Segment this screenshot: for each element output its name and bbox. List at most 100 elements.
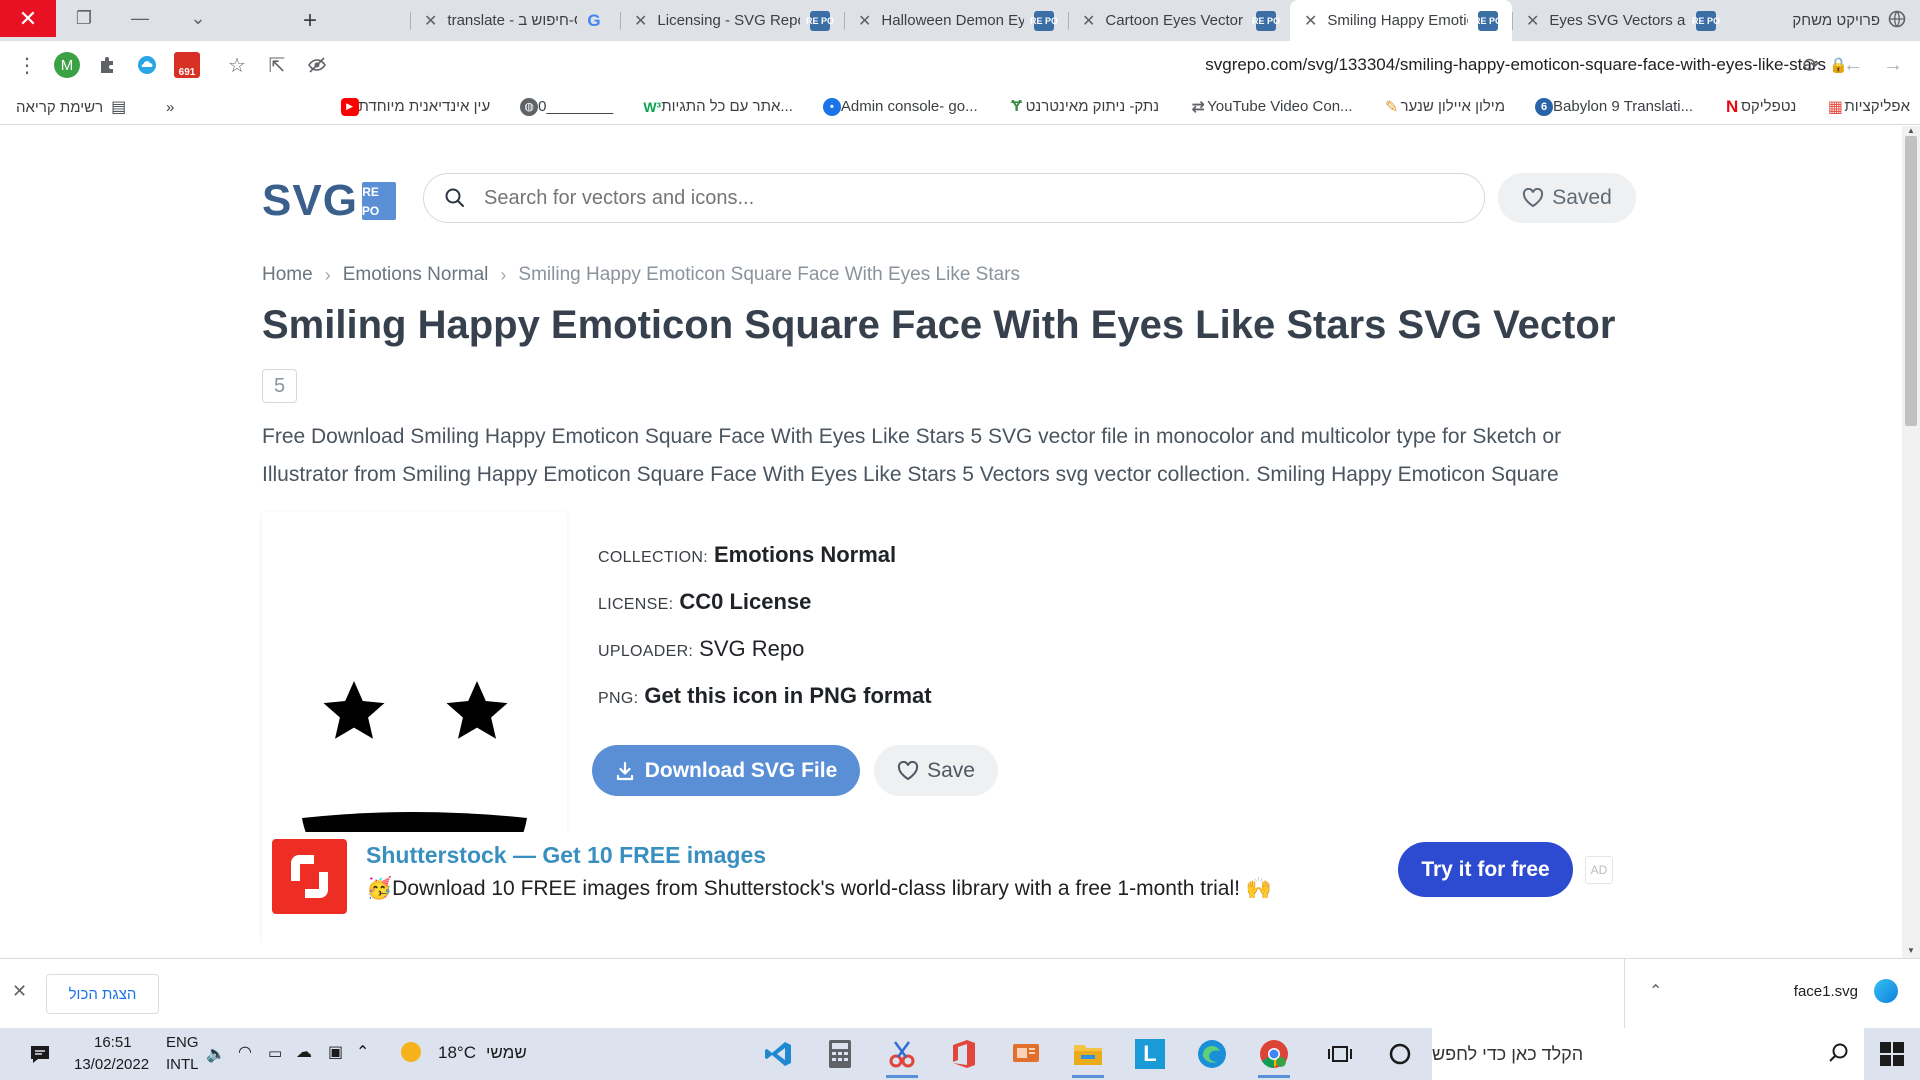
logo-box-line: RE [362,184,379,199]
close-icon[interactable]: ✕ [1526,11,1539,31]
bookmark-youtube[interactable]: ▶ עין אינדיאנית מיוחדת [333,97,490,116]
weather-text[interactable]: שמשי [486,1043,527,1063]
close-icon[interactable]: ✕ [424,11,437,31]
shutterstock-ad[interactable]: Shutterstock — Get 10 FREE images 🥳Downl… [262,832,1636,950]
presentation-app-icon[interactable] [1008,1036,1044,1072]
breadcrumb-collection[interactable]: Emotions Normal [343,264,489,286]
menu-icon[interactable]: ⋮ [12,50,42,80]
reading-list-button[interactable]: רשימת קריאה ▤ [16,89,126,125]
edge-icon[interactable] [1194,1036,1230,1072]
cortana-icon[interactable] [1382,1036,1418,1072]
share-icon[interactable]: ⇱ [262,50,292,80]
license-link[interactable]: CC0 License [679,589,811,615]
breadcrumb-home[interactable]: Home [262,264,313,286]
tab-5[interactable]: ✕ Licensing - SVG Repo RE PO [620,0,844,41]
tab-6[interactable]: ✕ translate - חיפוש ב-G G [410,0,620,41]
window-close-button[interactable]: ✕ [0,0,56,37]
collection-link[interactable]: Emotions Normal [714,542,896,568]
vscode-icon[interactable] [760,1036,796,1072]
l-app-icon[interactable]: L [1132,1036,1168,1072]
svgrepo-logo[interactable]: SVG RE PO [262,176,396,226]
clock-time[interactable]: 16:51 [94,1034,132,1051]
close-icon[interactable]: ✕ [12,981,27,1002]
download-svg-button[interactable]: Download SVG File [592,745,860,796]
office-icon[interactable] [946,1036,982,1072]
notifications-icon[interactable] [22,1036,58,1072]
windows-start-icon[interactable] [1880,1042,1904,1066]
profile-avatar[interactable]: M [52,50,82,80]
tab-3[interactable]: ✕ Cartoon Eyes Vector S RE PO [1068,0,1290,41]
clock-date[interactable]: 13/02/2022 [74,1056,149,1073]
download-shelf: ✕ הצגת הכול ⌃ face1.svg [0,958,1920,1029]
tab-title: Licensing - SVG Repo [657,12,800,29]
url-text[interactable]: svgrepo.com/svg/133304/smiling-happy-emo… [1205,55,1826,75]
back-icon[interactable]: ← [1838,50,1868,80]
tab-4[interactable]: ✕ Halloween Demon Ey RE PO [844,0,1068,41]
taskbar-search-box[interactable]: הקלד כאן כדי לחפש [1432,1028,1864,1080]
tab-0[interactable]: פרויקט משחק [1730,0,1920,41]
download-file-name[interactable]: face1.svg [1794,983,1858,1000]
close-icon[interactable]: ✕ [1304,11,1317,31]
close-icon[interactable]: ✕ [858,11,871,31]
bookmark-w3-tags[interactable]: W³ אתר עם כל התגיות... [635,98,793,116]
bookmark-apps[interactable]: ▦ אפליקציות [1818,98,1910,116]
language-indicator[interactable]: ENG [166,1034,199,1051]
new-tab-button[interactable]: + [295,6,325,36]
battery-icon[interactable]: ▭ [268,1044,282,1062]
png-link[interactable]: Get this icon in PNG format [644,683,931,709]
uploader-link[interactable]: SVG Repo [699,636,804,662]
window-minimize-button[interactable]: — [112,0,168,37]
ad-label[interactable]: AD [1585,856,1613,884]
tab-title: Smiling Happy Emotic [1327,12,1468,29]
wifi-icon[interactable]: ◠ [238,1042,252,1062]
address-bar[interactable]: svgrepo.com/svg/133304/smiling-happy-emo… [215,47,1862,83]
onedrive-icon[interactable]: ☁ [296,1042,312,1062]
ad-title[interactable]: Shutterstock — Get 10 FREE images [366,842,766,869]
tab-2[interactable]: ✕ Smiling Happy Emotic RE PO [1290,0,1512,41]
language-indicator-sub[interactable]: INTL [166,1056,199,1073]
window-restore-button[interactable]: ❐ [56,0,112,37]
bookmark-youtube-converter[interactable]: ⇄ YouTube Video Con... [1181,98,1352,116]
bookmark-babylon[interactable]: 6 Babylon 9 Translati... [1527,97,1693,116]
tab-1[interactable]: ✕ Eyes SVG Vectors and RE PO [1512,0,1730,41]
reload-icon[interactable]: ⟳ [1796,50,1826,80]
bookmark-netflix[interactable]: N נטפליקס [1715,97,1796,116]
download-item[interactable]: ⌃ face1.svg [1624,959,1920,1029]
search-input[interactable] [484,186,1384,210]
weather-sun-icon[interactable] [400,1041,422,1067]
mail-icon[interactable]: 691 [172,50,202,80]
chrome-icon[interactable] [1256,1036,1292,1078]
show-all-downloads-button[interactable]: הצגת הכול [46,974,159,1014]
scrollbar-thumb[interactable] [1905,136,1917,426]
tab-title: Eyes SVG Vectors and [1549,12,1686,29]
chevron-up-icon[interactable]: ⌃ [1649,981,1662,1001]
eye-off-icon[interactable] [302,50,332,80]
weather-temp[interactable]: 18°C [438,1043,476,1063]
tab-search-button[interactable]: ⌄ [170,0,226,37]
close-icon[interactable]: ✕ [634,11,647,31]
search-bar[interactable] [423,173,1485,223]
close-icon[interactable]: ✕ [1082,11,1095,31]
forward-icon[interactable]: → [1878,50,1908,80]
task-view-icon[interactable] [1322,1036,1358,1072]
volume-icon[interactable]: 🔈 [206,1044,226,1064]
file-explorer-icon[interactable] [1070,1036,1106,1078]
cloud-extension-icon[interactable] [132,50,162,80]
saved-button[interactable]: Saved [1498,173,1636,223]
bookmark-zero[interactable]: ◍ 0________ [512,97,613,116]
breadcrumb-current[interactable]: Smiling Happy Emoticon Square Face With … [518,264,1020,286]
chevron-up-icon[interactable]: ⌃ [356,1042,369,1062]
page-scrollbar[interactable]: ▲ ▼ [1902,126,1920,958]
bookmark-dictionary[interactable]: ✎ מילון איילון שנער [1375,98,1505,116]
device-icon[interactable]: ▣ [328,1042,343,1062]
calculator-icon[interactable] [822,1036,858,1072]
extensions-icon[interactable] [92,50,122,80]
bookmark-admin-console[interactable]: • Admin console- go... [815,97,978,116]
try-free-button[interactable]: Try it for free [1398,842,1573,897]
bookmark-star-icon[interactable]: ☆ [222,50,252,80]
scroll-down-icon[interactable]: ▼ [1902,946,1920,958]
save-button[interactable]: Save [874,745,998,796]
bookmarks-more-button[interactable]: » [166,89,174,125]
snipping-tool-icon[interactable] [884,1036,920,1078]
bookmark-disconnect[interactable]: Ɏ נתק- ניתוק מאינטרנט [1000,98,1159,116]
